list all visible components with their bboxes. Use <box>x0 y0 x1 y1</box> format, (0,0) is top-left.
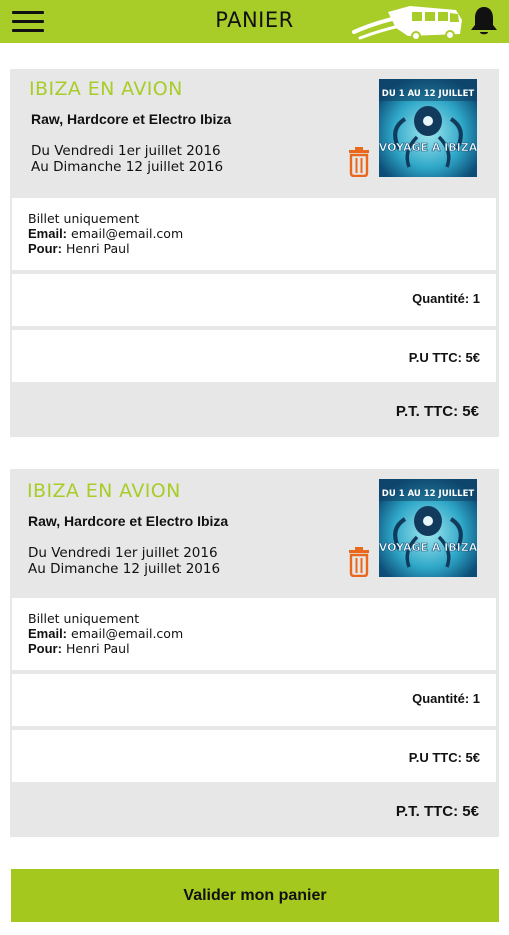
validate-cart-button[interactable]: Valider mon panier <box>11 869 499 922</box>
ticket-for-row: Pour: Henri Paul <box>28 641 480 656</box>
unit-price-label: P.U TTC: 5€ <box>408 750 480 765</box>
unit-price-panel: P.U TTC: 5€ <box>12 330 496 382</box>
quantity-label[interactable]: Quantité: 1 <box>412 291 480 306</box>
event-subtitle: Raw, Hardcore et Electro Ibiza <box>31 111 232 127</box>
event-dates: Du Vendredi 1er juillet 2016 Au Dimanche… <box>31 143 223 175</box>
event-title[interactable]: IBIZA EN AVION <box>27 480 181 502</box>
ticket-type: Billet uniquement <box>28 611 140 626</box>
bus-logo-icon <box>352 6 462 41</box>
for-value: Henri Paul <box>65 241 130 256</box>
event-thumbnail[interactable]: DU 1 AU 12 JUILLET VOYAGE A IBIZA <box>379 479 477 577</box>
event-dates: Du Vendredi 1er juillet 2016 Au Dimanche… <box>28 545 220 577</box>
trash-icon[interactable] <box>348 147 370 177</box>
for-label: Pour: <box>28 241 62 256</box>
ticket-email-row: Email: email@email.com <box>28 626 480 641</box>
ticket-type: Billet uniquement <box>28 211 140 226</box>
unit-price-panel: P.U TTC: 5€ <box>12 730 496 782</box>
email-value: email@email.com <box>71 226 184 241</box>
quantity-panel: Quantité: 1 <box>12 274 496 326</box>
email-value: email@email.com <box>71 626 184 641</box>
bell-icon[interactable] <box>469 5 499 37</box>
ticket-for-row: Pour: Henri Paul <box>28 241 480 256</box>
total-price-label: P.T. TTC: 5€ <box>395 403 479 420</box>
event-thumbnail[interactable]: DU 1 AU 12 JUILLET VOYAGE A IBIZA <box>379 79 477 177</box>
unit-price-label: P.U TTC: 5€ <box>408 350 480 365</box>
event-subtitle: Raw, Hardcore et Electro Ibiza <box>28 513 229 529</box>
thumb-date-text: DU 1 AU 12 JUILLET <box>382 489 475 499</box>
cart-item-header: IBIZA EN AVION Raw, Hardcore et Electro … <box>10 469 499 595</box>
thumb-main-text: VOYAGE A IBIZA <box>379 141 477 154</box>
cart-item-header: IBIZA EN AVION Raw, Hardcore et Electro … <box>10 69 499 195</box>
thumb-main-text: VOYAGE A IBIZA <box>379 541 477 554</box>
event-date-from: Du Vendredi 1er juillet 2016 <box>28 545 218 561</box>
cart-item: IBIZA EN AVION Raw, Hardcore et Electro … <box>10 469 499 837</box>
email-label: Email: <box>28 626 68 641</box>
event-date-from: Du Vendredi 1er juillet 2016 <box>31 143 221 159</box>
ticket-info-panel: Billet uniquement Email: email@email.com… <box>12 598 496 670</box>
total-price-label: P.T. TTC: 5€ <box>395 803 479 820</box>
ticket-info-panel: Billet uniquement Email: email@email.com… <box>12 198 496 270</box>
trash-icon[interactable] <box>348 547 370 577</box>
event-title[interactable]: IBIZA EN AVION <box>29 78 183 100</box>
quantity-panel: Quantité: 1 <box>12 674 496 726</box>
for-value: Henri Paul <box>65 641 130 656</box>
for-label: Pour: <box>28 641 62 656</box>
event-date-to: Au Dimanche 12 juillet 2016 <box>31 159 224 175</box>
email-label: Email: <box>28 226 68 241</box>
thumb-date-text: DU 1 AU 12 JUILLET <box>382 89 475 99</box>
app-header: PANIER <box>0 0 509 43</box>
event-date-to: Au Dimanche 12 juillet 2016 <box>28 561 221 577</box>
cart-item: IBIZA EN AVION Raw, Hardcore et Electro … <box>10 69 499 437</box>
quantity-label[interactable]: Quantité: 1 <box>412 691 480 706</box>
ticket-email-row: Email: email@email.com <box>28 226 480 241</box>
